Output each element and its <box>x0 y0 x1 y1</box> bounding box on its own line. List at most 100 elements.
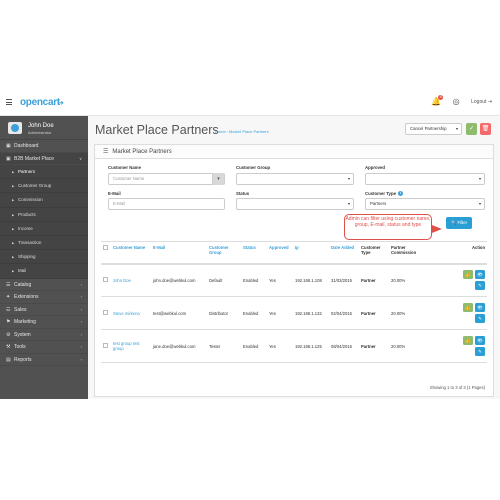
user-profile[interactable]: John Doe Administrator <box>0 116 88 140</box>
sidebar-subitem-label: Partners <box>18 169 36 174</box>
view-row-button[interactable]: 👁 <box>475 336 485 345</box>
row-checkbox[interactable] <box>103 343 108 348</box>
help-icon[interactable]: ◎ <box>451 97 461 107</box>
email-input[interactable]: E-Mail <box>108 198 225 210</box>
row-select-cell <box>101 329 111 363</box>
edit-row-button[interactable]: ✎ <box>475 347 485 356</box>
marketing-icon: ⚑ <box>6 319 11 325</box>
sidebar-item-label: B2B Market Place <box>14 155 55 162</box>
email-placeholder: E-Mail <box>113 201 126 206</box>
opencart-logo[interactable]: opencart <box>20 97 60 108</box>
col-status[interactable]: Status <box>241 241 267 265</box>
edit-row-button[interactable]: ✎ <box>475 314 485 323</box>
col-customer-group[interactable]: Customer Group <box>207 241 241 265</box>
cell-ip: 192.168.1.125 <box>293 329 329 363</box>
col-approved[interactable]: Approved <box>267 241 293 265</box>
partnership-action-select[interactable]: Cancel Partnership ▾ <box>405 123 462 135</box>
cell-type: Partner <box>359 329 389 363</box>
chevron-down-icon: ▾ <box>455 126 458 131</box>
customer-type-value: Partners <box>370 201 387 206</box>
sidebar-subitem-label: Transaction <box>18 239 42 245</box>
panel-header: ☰ Market Place Partners <box>95 145 493 159</box>
cell-actions: 👍 👁 ✎ <box>429 263 487 297</box>
sidebar-subitem-commission[interactable]: ▶ Commission <box>0 193 88 208</box>
customer-name-placeholder: Customer Name <box>113 176 145 181</box>
caret-down-icon[interactable]: ▾ <box>212 173 224 185</box>
row-select-cell <box>101 296 111 330</box>
row-checkbox[interactable] <box>103 310 108 315</box>
col-ip[interactable]: Ip <box>293 241 329 265</box>
breadcrumb-home[interactable]: Home <box>215 129 226 134</box>
sidebar-subitem-products[interactable]: ▶ Products <box>0 207 88 222</box>
breadcrumb-current[interactable]: Market Place Partners <box>229 129 269 134</box>
approved-select[interactable]: ▾ <box>365 173 485 185</box>
view-row-button[interactable]: 👁 <box>475 303 485 312</box>
sidebar-subitem-mail[interactable]: ▶ Mail <box>0 264 88 279</box>
bell-icon[interactable]: 🔔 8 <box>431 95 444 107</box>
sidebar-subitem-customer-group[interactable]: ▶ Customer Group <box>0 179 88 194</box>
customer-name-input[interactable]: Customer Name ▾ <box>108 173 225 185</box>
sidebar-item-dashboard[interactable]: ▣ Dashboard <box>0 140 88 153</box>
main-content: Market Place Partners Home›Market Place … <box>88 116 500 399</box>
sidebar-item-system[interactable]: ⚙ System › <box>0 329 88 341</box>
sidebar-subitem-partners[interactable]: ▶ Partners <box>0 165 88 180</box>
col-date-added[interactable]: Date Added <box>329 241 359 265</box>
cell-approved: Yes <box>267 329 293 363</box>
approve-row-button[interactable]: 👍 <box>463 270 473 280</box>
sidebar-subitem-transaction[interactable]: ▶ Transaction <box>0 235 88 251</box>
sidebar-subitem-income[interactable]: ▶ Income <box>0 221 88 236</box>
sidebar-item-marketing[interactable]: ⚑ Marketing › <box>0 316 88 329</box>
delete-button[interactable]: 🗑 <box>480 123 491 135</box>
col-customer-name[interactable]: Customer Name <box>111 241 151 265</box>
logout-link[interactable]: Logout ⇥ <box>471 99 492 105</box>
filter-button[interactable]: 🔍 Filter <box>446 217 472 229</box>
sidebar-subitem-shipping[interactable]: ▶ Shipping <box>0 250 88 265</box>
view-row-button[interactable]: 👁 <box>475 270 485 280</box>
customer-group-select[interactable]: ▾ <box>236 173 354 185</box>
extensions-icon: ✦ <box>6 294 11 300</box>
cell-date: 02/04/2015 <box>329 296 359 330</box>
cell-email: john.doe@webkul.com <box>151 263 207 297</box>
sidebar-item-reports[interactable]: ▤ Reports › <box>0 354 88 366</box>
callout-arrow <box>432 225 442 233</box>
status-select[interactable]: ▾ <box>236 198 354 210</box>
alert-badge: 8 <box>438 95 444 100</box>
avatar <box>8 122 22 134</box>
breadcrumb: Home›Market Place Partners <box>215 129 269 134</box>
filter-annotation-callout: Admin can filter using customer name, gr… <box>344 214 432 240</box>
cell-customer-name[interactable]: Steve mirkena <box>111 296 151 330</box>
approve-row-button[interactable]: 👍 <box>463 336 473 345</box>
select-all-checkbox[interactable] <box>103 245 108 250</box>
chevron-down-icon: ▾ <box>347 176 350 181</box>
approve-button[interactable]: ✓ <box>466 123 477 135</box>
dashboard-icon: ▣ <box>6 143 11 149</box>
row-checkbox[interactable] <box>103 277 108 283</box>
sidebar-item-catalog[interactable]: ☰ Catalog › <box>0 279 88 291</box>
cell-customer-name[interactable]: test group test group <box>111 329 151 363</box>
chevron-right-icon: › <box>80 294 82 299</box>
approved-label: Approved <box>365 165 386 170</box>
chevron-down-icon: ▾ <box>347 201 350 206</box>
sidebar-item-b2b-market-place[interactable]: ▣ B2B Market Place ∨ <box>0 152 88 165</box>
list-icon: ☰ <box>103 149 109 155</box>
chevron-down-icon: ▾ <box>478 176 481 181</box>
cell-customer-name[interactable]: John Doe <box>111 263 151 297</box>
marketplace-icon: ▣ <box>6 155 11 162</box>
sidebar-item-sales[interactable]: ☲ Sales › <box>0 304 88 316</box>
col-email[interactable]: E-Mail <box>151 241 207 265</box>
info-icon[interactable]: i <box>397 191 403 197</box>
approve-row-button[interactable]: 👍 <box>463 303 473 312</box>
sidebar-item-tools[interactable]: ⚒ Tools › <box>0 341 88 354</box>
app-window: opencart ➜ 🔔 8 ◎ Logout ⇥ John Doe Admini… <box>0 89 500 399</box>
menu-toggle-icon[interactable] <box>6 99 12 105</box>
chevron-down-icon: ▾ <box>478 201 481 206</box>
cell-commission: 20.00% <box>389 296 429 330</box>
cell-commission: 20.00% <box>389 263 429 297</box>
sidebar-item-extensions[interactable]: ✦ Extensions › <box>0 291 88 304</box>
edit-row-button[interactable]: ✎ <box>475 281 485 291</box>
customer-type-select[interactable]: Partners ▾ <box>365 198 485 210</box>
sidebar-item-label: System <box>14 331 31 338</box>
tools-icon: ⚒ <box>6 344 11 350</box>
table-row: test group test group jane.doe@webkul.co… <box>101 329 487 363</box>
customer-name-label: Customer Name <box>108 165 141 170</box>
